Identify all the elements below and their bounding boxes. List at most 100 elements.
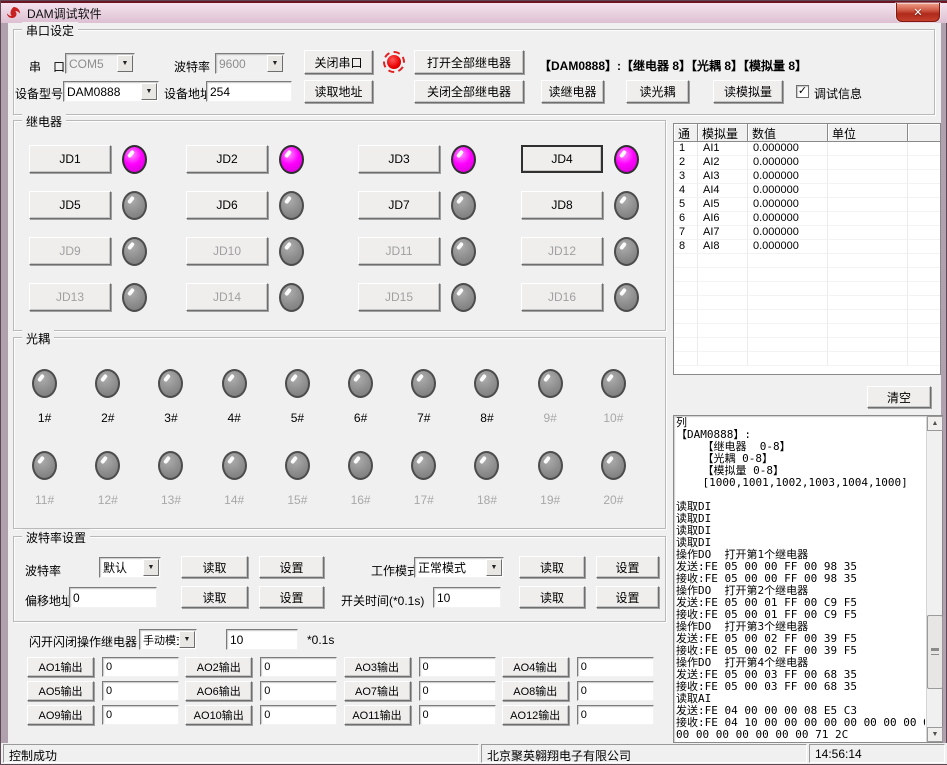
flash-time-input[interactable] (226, 629, 298, 650)
device-model-select[interactable]: DAM0888 ▼ (63, 81, 159, 102)
opto-item: 3# (158, 369, 183, 451)
ao9-output-button[interactable]: AO9输出 (27, 705, 94, 725)
ao10-output-input[interactable] (260, 705, 337, 725)
check-icon: ✓ (798, 86, 807, 97)
status-time: 14:56:14 (809, 744, 945, 763)
ao8-output-button[interactable]: AO8输出 (502, 681, 569, 701)
relay-jd7-button[interactable]: JD7 (358, 191, 440, 219)
ao6-output-input[interactable] (260, 681, 337, 701)
col-header-value: 数值 (748, 124, 828, 142)
scroll-thumb[interactable] (927, 615, 943, 689)
ao3-output-input[interactable] (419, 657, 496, 677)
ao1-output-input[interactable] (102, 657, 179, 677)
close-all-relays-button[interactable]: 关闭全部继电器 (414, 80, 524, 103)
opto-6-label: 6# (354, 411, 367, 425)
relay-cell: JD11 (358, 228, 521, 274)
opto-item: 2# (95, 369, 120, 451)
open-all-relays-button[interactable]: 打开全部继电器 (414, 50, 524, 74)
status-message: 控制成功 (3, 744, 479, 763)
clear-log-button[interactable]: 清空 (867, 386, 931, 408)
close-button[interactable]: ✕ (896, 3, 940, 22)
ao12-output-button[interactable]: AO12输出 (502, 705, 569, 725)
switch-time-set-button[interactable]: 设置 (596, 586, 659, 608)
relay-jd2-button[interactable]: JD2 (186, 145, 268, 173)
read-opto-button[interactable]: 读光耦 (626, 80, 689, 103)
opto-item: 13# (158, 451, 183, 533)
ao8-output-input[interactable] (577, 681, 654, 701)
relay-cell: JD5 (29, 182, 186, 228)
relay-cell: JD7 (358, 182, 521, 228)
relay-jd3-button[interactable]: JD3 (358, 145, 440, 173)
relay-grid: JD1 JD2 JD3 JD4 JD5 JD6 JD7 JD8 JD9 JD10… (29, 136, 659, 320)
ao7-output-button[interactable]: AO7输出 (344, 681, 411, 701)
relay-jd8-button[interactable]: JD8 (521, 191, 603, 219)
ao3-output-button[interactable]: AO3输出 (344, 657, 411, 677)
scroll-down-icon[interactable]: ▼ (927, 727, 943, 742)
read-addr-button[interactable]: 读取地址 (304, 80, 373, 103)
title-bar[interactable]: DAM调试软件 ✕ (1, 1, 947, 23)
relay-jd1-button[interactable]: JD1 (29, 145, 111, 173)
table-row-empty (674, 352, 940, 366)
table-row: 2AI20.000000 (674, 156, 940, 170)
baud-select[interactable]: 9600 ▼ (215, 53, 285, 74)
ao2-output-input[interactable] (260, 657, 337, 677)
read-analog-button[interactable]: 读模拟量 (713, 80, 783, 103)
log-area[interactable]: 列 【DAM0888】: 【继电器 0-8】 【光耦 0-8】 【模拟量 0-8… (673, 415, 943, 743)
ao1-output-button[interactable]: AO1输出 (27, 657, 94, 677)
ao6-output-button[interactable]: AO6输出 (185, 681, 252, 701)
ao9-output-input[interactable] (102, 705, 179, 725)
scroll-up-icon[interactable]: ▲ (927, 416, 943, 431)
work-mode-read-button[interactable]: 读取 (519, 556, 585, 578)
cell: 5 (674, 198, 698, 212)
ao7-output-input[interactable] (419, 681, 496, 701)
relay-jd15-button: JD15 (358, 283, 440, 311)
cell (908, 142, 940, 156)
flash-operate-label: 闪开闪闭操作继电器 (29, 633, 137, 650)
chevron-down-icon[interactable]: ▼ (486, 559, 502, 576)
close-port-button[interactable]: 关闭串口 (304, 50, 373, 74)
offset-read-button[interactable]: 读取 (181, 586, 248, 608)
baud-label: 波特率 (174, 58, 210, 75)
switch-time-input[interactable] (433, 587, 501, 608)
table-row: 3AI30.000000 (674, 170, 940, 184)
com-port-select[interactable]: COM5 ▼ (65, 53, 135, 74)
ao4-output-button[interactable]: AO4输出 (502, 657, 569, 677)
relay-jd6-button[interactable]: JD6 (186, 191, 268, 219)
baud-set-button[interactable]: 设置 (259, 556, 324, 578)
offset-addr-input[interactable] (69, 587, 157, 608)
ao5-output-input[interactable] (102, 681, 179, 701)
work-mode-select[interactable]: 正常模式 ▼ (414, 557, 504, 578)
opto-item: 6# (348, 369, 373, 451)
relay-jd5-button[interactable]: JD5 (29, 191, 111, 219)
ao11-output-button[interactable]: AO11输出 (344, 705, 411, 725)
log-scrollbar[interactable]: ▲ ▼ (926, 416, 942, 742)
read-relay-button[interactable]: 读继电器 (541, 80, 604, 103)
ao4-output-input[interactable] (577, 657, 654, 677)
chevron-down-icon[interactable]: ▼ (141, 83, 157, 100)
chevron-down-icon[interactable]: ▼ (143, 559, 159, 576)
analog-output-grid: AO1输出 AO2输出 AO3输出 AO4输出 AO5输出 AO6输出 AO7输… (27, 657, 660, 729)
chevron-down-icon[interactable]: ▼ (267, 55, 283, 72)
debug-info-checkbox[interactable]: ✓ (796, 85, 809, 98)
ao11-output-input[interactable] (419, 705, 496, 725)
flash-mode-select[interactable]: 手动模式 ▼ (139, 629, 197, 650)
baud-setting-select[interactable]: 默认 ▼ (99, 557, 161, 578)
opto-5-light (285, 369, 310, 398)
offset-set-button[interactable]: 设置 (259, 586, 324, 608)
ao2-output-button[interactable]: AO2输出 (185, 657, 252, 677)
ao12-output-input[interactable] (577, 705, 654, 725)
switch-time-read-button[interactable]: 读取 (519, 586, 585, 608)
output-cell: AO10输出 (185, 705, 343, 729)
cell (908, 170, 940, 184)
opto-14-light (222, 451, 247, 480)
work-mode-set-button[interactable]: 设置 (596, 556, 659, 578)
ao5-output-button[interactable]: AO5输出 (27, 681, 94, 701)
device-addr-input[interactable] (206, 81, 292, 102)
ao10-output-button[interactable]: AO10输出 (185, 705, 252, 725)
table-row: 8AI80.000000 (674, 240, 940, 254)
chevron-down-icon[interactable]: ▼ (179, 631, 195, 648)
chevron-down-icon[interactable]: ▼ (117, 55, 133, 72)
relay-cell: JD4 (521, 136, 659, 182)
relay-jd4-button[interactable]: JD4 (521, 145, 603, 173)
baud-read-button[interactable]: 读取 (181, 556, 248, 578)
